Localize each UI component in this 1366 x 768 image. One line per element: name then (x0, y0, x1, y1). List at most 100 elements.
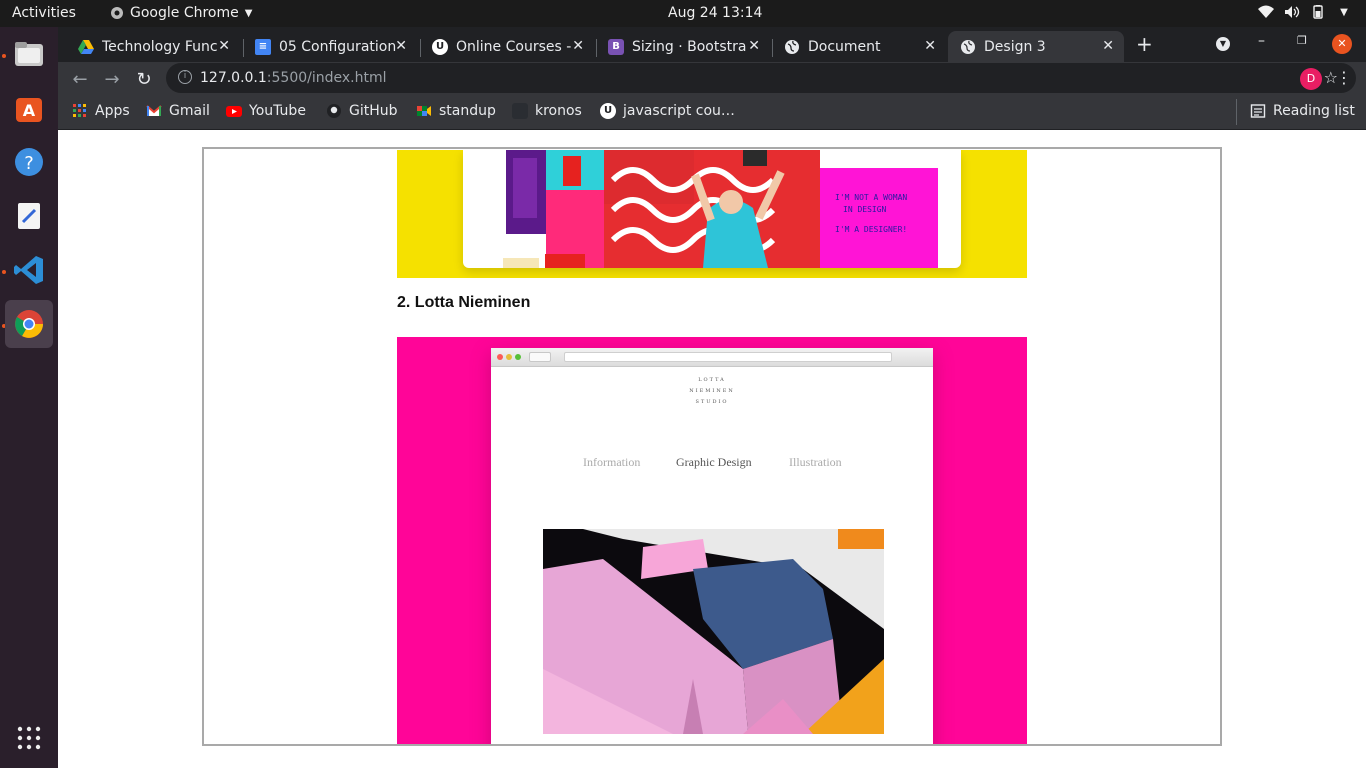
tab-online-courses[interactable]: U Online Courses - ✕ (420, 31, 594, 62)
website-preview-image-2[interactable]: LOTTA NIEMINEN STUDIO Information Graphi… (397, 337, 1027, 744)
window-close-icon[interactable]: ✕ (1332, 34, 1352, 54)
tab-document[interactable]: Document ✕ (772, 31, 946, 62)
mock-nav-illustration: Illustration (789, 455, 842, 469)
bookmark-kronos[interactable]: kronos (512, 103, 582, 119)
app-menu[interactable]: Google Chrome ▼ (110, 5, 252, 21)
close-icon[interactable]: ✕ (924, 38, 936, 54)
svg-text:A: A (23, 101, 36, 120)
poster-collage-illustration: I'M NOT A WOMAN IN DESIGN I'M A DESIGNER… (503, 150, 938, 268)
mock-zoom-dot (515, 354, 521, 360)
globe-icon (960, 39, 976, 55)
reading-list-button[interactable]: Reading list (1250, 103, 1355, 119)
tab-technology[interactable]: Technology Func ✕ (66, 31, 240, 62)
tab-title: Document (808, 38, 881, 55)
url-host: 127.0.0.1 (200, 70, 267, 86)
forward-arrow-icon[interactable]: → (100, 67, 124, 91)
chevron-down-icon: ▼ (1340, 6, 1348, 18)
vscode-icon[interactable] (5, 246, 53, 294)
close-icon[interactable]: ✕ (1102, 38, 1114, 54)
bookmark-label: kronos (535, 103, 582, 119)
browser-mockup: LOTTA NIEMINEN STUDIO Information Graphi… (491, 348, 933, 744)
mock-studio-line: NIEMINEN (689, 388, 735, 394)
bookmark-label: Apps (95, 103, 130, 119)
wifi-icon (1258, 4, 1274, 20)
software-center-icon[interactable]: A (5, 84, 53, 132)
tab-search-icon[interactable]: ▼ (1216, 37, 1230, 51)
url-text: 127.0.0.1:5500/index.html (200, 70, 387, 86)
mock-minimize-dot (506, 354, 512, 360)
udemy-icon: U (600, 103, 616, 119)
reading-list-icon (1250, 104, 1266, 118)
files-icon[interactable] (5, 30, 53, 78)
close-icon[interactable]: ✕ (572, 38, 584, 54)
dock: A ? (0, 27, 58, 768)
kronos-icon (512, 103, 528, 119)
tab-configuration[interactable]: ≡ 05 Configuration ✕ (243, 31, 417, 62)
bookmark-label: Gmail (169, 103, 210, 119)
reload-icon[interactable]: ↻ (132, 67, 156, 91)
bookmark-github[interactable]: GitHub (326, 103, 398, 119)
chrome-icon[interactable] (5, 300, 53, 348)
text-editor-icon[interactable] (5, 192, 53, 240)
profile-avatar[interactable]: D (1300, 68, 1322, 90)
section-heading: 2. Lotta Nieminen (397, 294, 531, 311)
mock-nav-arrows-icon (529, 352, 551, 362)
svg-text:I'M A DESIGNER!: I'M A DESIGNER! (835, 225, 907, 234)
bookmark-standup[interactable]: standup (416, 103, 496, 119)
mock-address-bar (564, 352, 892, 362)
bookmarks-bar: Apps Gmail YouTube GitHub standup kronos… (58, 95, 1366, 130)
close-icon[interactable]: ✕ (748, 38, 760, 54)
google-docs-icon: ≡ (255, 38, 271, 55)
tab-title: 05 Configuration (279, 38, 397, 55)
bookmark-youtube[interactable]: YouTube (226, 103, 306, 119)
google-drive-icon (78, 39, 94, 55)
address-bar[interactable]: i 127.0.0.1:5500/index.html ☆ (166, 63, 1356, 93)
mock-nav-information: Information (583, 455, 641, 469)
website-preview-image-1[interactable]: I'M NOT A WOMAN IN DESIGN I'M A DESIGNER… (397, 150, 1027, 278)
restore-icon[interactable]: ❐ (1297, 34, 1307, 47)
show-applications-icon[interactable] (5, 714, 53, 762)
clock[interactable]: Aug 24 13:14 (668, 5, 762, 21)
minimize-icon[interactable]: – (1258, 33, 1265, 49)
tab-strip: Technology Func ✕ ≡ 05 Configuration ✕ U… (58, 27, 1366, 62)
bootstrap-icon: B (608, 38, 624, 55)
site-info-icon[interactable]: i (178, 70, 192, 84)
browser-toolbar: ← → ↻ i 127.0.0.1:5500/index.html ☆ D ⋮ (58, 62, 1366, 95)
mock-nav-graphic-design: Graphic Design (676, 455, 752, 469)
chevron-down-icon: ▼ (244, 7, 253, 19)
app-menu-label: Google Chrome (130, 5, 239, 21)
svg-text:?: ? (24, 153, 34, 174)
tab-title: Design 3 (984, 38, 1046, 55)
github-icon (327, 104, 341, 118)
bookmark-gmail[interactable]: Gmail (146, 103, 210, 119)
svg-text:I'M NOT A WOMAN: I'M NOT A WOMAN (835, 193, 907, 202)
collage-card: I'M NOT A WOMAN IN DESIGN I'M A DESIGNER… (463, 150, 961, 268)
menu-kebab-icon[interactable]: ⋮ (1336, 68, 1352, 87)
bookmark-label: standup (439, 103, 496, 119)
bookmark-apps[interactable]: Apps (72, 103, 130, 119)
tab-design-3[interactable]: Design 3 ✕ (948, 31, 1124, 62)
tab-title: Sizing · Bootstra (632, 38, 747, 55)
content-container: I'M NOT A WOMAN IN DESIGN I'M A DESIGNER… (202, 147, 1222, 746)
close-icon[interactable]: ✕ (395, 38, 407, 54)
back-arrow-icon[interactable]: ← (68, 67, 92, 91)
help-icon[interactable]: ? (5, 138, 53, 186)
apps-grid-icon (73, 104, 86, 117)
new-tab-button[interactable]: + (1136, 32, 1153, 56)
pink-book-illustration (543, 529, 884, 734)
battery-icon (1310, 4, 1326, 20)
gmail-icon (146, 105, 162, 116)
activities-button[interactable]: Activities (12, 5, 76, 21)
tab-bootstrap[interactable]: B Sizing · Bootstra ✕ (596, 31, 770, 62)
page-viewport[interactable]: I'M NOT A WOMAN IN DESIGN I'M A DESIGNER… (58, 131, 1366, 768)
globe-icon (784, 39, 800, 55)
system-top-bar: Activities Google Chrome ▼ Aug 24 13:14 … (0, 0, 1366, 27)
volume-icon (1284, 4, 1300, 20)
tab-title: Online Courses - (456, 38, 572, 55)
bookmark-javascript-course[interactable]: U javascript cou… (600, 103, 735, 119)
close-icon[interactable]: ✕ (218, 38, 230, 54)
system-tray[interactable]: ▼ (1258, 4, 1352, 20)
reading-list-label: Reading list (1273, 103, 1355, 119)
url-path: :5500/index.html (266, 70, 387, 86)
tab-title: Technology Func (102, 38, 218, 55)
